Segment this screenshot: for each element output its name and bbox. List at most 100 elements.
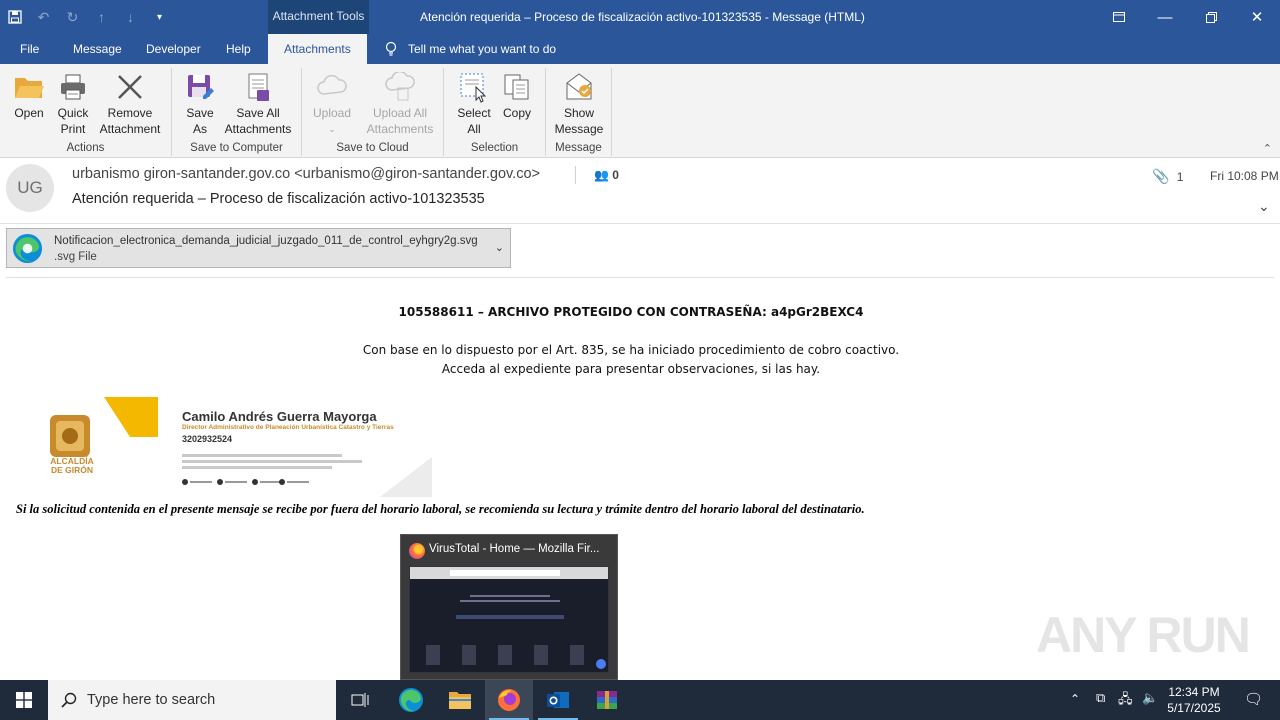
actions-group-label: Actions — [66, 142, 105, 154]
minimize-icon[interactable]: — — [1142, 0, 1188, 34]
firefox-taskbar-icon — [498, 689, 520, 711]
selection-group-label: Selection — [470, 142, 519, 154]
edge-icon — [399, 688, 423, 712]
thumbnail-screen — [409, 566, 609, 673]
title-bar: ↶ ↻ ↑ ↓ ▾ Attachment Tools Atención requ… — [0, 0, 1280, 34]
save-as-icon — [188, 75, 214, 99]
show-message-icon — [566, 73, 592, 100]
show-message-button[interactable]: Show Message — [552, 70, 606, 137]
password-line: 105588611 – ARCHIVO PROTEGIDO CON CONTRA… — [398, 305, 864, 319]
message-group-label: Message — [555, 142, 602, 154]
expand-header-icon[interactable]: ⌄ — [1258, 198, 1270, 215]
signature-name: Camilo Andrés Guerra Mayorga — [182, 409, 377, 424]
upload-all-button[interactable]: Upload All Attachments — [362, 70, 438, 137]
previous-item-icon[interactable]: ↑ — [87, 0, 116, 34]
network-icon[interactable]: 🖧 — [1118, 690, 1133, 712]
select-all-icon — [460, 73, 487, 103]
tab-file[interactable]: File — [20, 34, 39, 64]
taskbar-firefox[interactable] — [485, 680, 533, 720]
header-divider — [575, 166, 576, 184]
redo-icon[interactable]: ↻ — [58, 0, 87, 34]
tab-developer[interactable]: Developer — [146, 34, 201, 64]
window-title: Atención requerida – Proceso de fiscaliz… — [420, 10, 865, 24]
start-button[interactable] — [0, 680, 48, 720]
save-to-cloud-group-label: Save to Cloud — [336, 142, 409, 154]
network-adapter-icon[interactable]: ⧉ — [1096, 690, 1105, 706]
group-actions: Open Quick Print Remove Attachment Actio… — [0, 68, 172, 156]
show-hidden-icons[interactable]: ⌃ — [1070, 692, 1080, 706]
tab-help[interactable]: Help — [226, 34, 251, 64]
volume-icon[interactable]: 🔈 — [1142, 690, 1158, 706]
thumbnail-title: VirusTotal - Home — Mozilla Fir... — [429, 543, 600, 555]
ribbon-display-options-icon[interactable] — [1096, 0, 1142, 34]
next-item-icon[interactable]: ↓ — [116, 0, 145, 34]
sender[interactable]: urbanismo giron-santander.gov.co <urbani… — [72, 166, 540, 182]
clock-time: 12:34 PM — [1168, 685, 1220, 699]
attachment-dropdown-icon[interactable]: ⌄ — [495, 241, 504, 254]
watermark: ANY RUN — [1036, 607, 1251, 663]
people-icon: 👥 — [594, 168, 609, 182]
save-to-computer-group-label: Save to Computer — [190, 142, 283, 154]
signature-image: ALCALDÍA DE GIRÓN Camilo Andrés Guerra M… — [40, 397, 432, 497]
body-line-2: Acceda al expediente para presentar obse… — [441, 362, 821, 376]
message-header: UG urbanismo giron-santander.gov.co <urb… — [0, 158, 1280, 224]
avatar: UG — [6, 164, 54, 212]
search-icon — [61, 692, 77, 708]
group-save-to-cloud: Upload ⌄ Upload All Attachments Save to … — [302, 68, 444, 156]
upload-button[interactable]: Upload ⌄ — [310, 70, 354, 137]
copy-button[interactable]: Copy — [498, 70, 536, 121]
upload-label: Upload — [312, 106, 352, 120]
select-all-button[interactable]: Select All — [454, 70, 494, 137]
footer-note: Si la solicitud contenida en el presente… — [16, 502, 865, 516]
select-all-label: Select All — [457, 106, 491, 136]
save-as-label: Save As — [186, 106, 214, 136]
maximize-icon[interactable] — [1188, 0, 1234, 34]
attachment-count-value: 1 — [1176, 170, 1184, 184]
save-all-attachments-button[interactable]: Save All Attachments — [222, 70, 294, 137]
notifications-icon[interactable]: 🗨 — [1244, 690, 1263, 708]
windows-logo-icon — [16, 692, 32, 708]
lightbulb-icon — [385, 41, 397, 56]
people-count-value: 0 — [612, 168, 619, 182]
taskbar-edge[interactable] — [387, 680, 435, 720]
signature-role: Director Administrativo de Planeación Ur… — [182, 424, 394, 431]
copy-icon — [504, 74, 529, 100]
message-time: Fri 10:08 PM — [1210, 169, 1279, 183]
quick-print-button[interactable]: Quick Print — [52, 70, 94, 137]
quick-access-toolbar: ↶ ↻ ↑ ↓ ▾ — [0, 0, 174, 34]
task-view-button[interactable] — [336, 680, 384, 720]
save-icon[interactable] — [0, 0, 29, 34]
subject: Atención requerida – Proceso de fiscaliz… — [72, 191, 485, 207]
winrar-icon — [597, 691, 617, 709]
open-label: Open — [14, 106, 44, 120]
remove-attachment-label: Remove Attachment — [99, 106, 161, 136]
edge-browser-icon — [12, 233, 43, 264]
group-selection: Select All Copy Selection — [444, 68, 546, 156]
taskbar-file-explorer[interactable] — [436, 680, 484, 720]
open-button[interactable]: Open — [8, 70, 50, 121]
clock-date: 5/17/2025 — [1167, 701, 1221, 715]
taskbar-outlook[interactable] — [534, 680, 582, 720]
taskbar-winrar[interactable] — [583, 680, 631, 720]
copy-label: Copy — [502, 106, 531, 120]
tell-me-box[interactable]: Tell me what you want to do — [384, 34, 556, 64]
attachment-item[interactable]: Notificacion_electronica_demanda_judicia… — [6, 228, 511, 268]
body-line-1: Con base en lo dispuesto por el Art. 835… — [362, 343, 900, 357]
undo-icon[interactable]: ↶ — [29, 0, 58, 34]
tab-attachments[interactable]: Attachments — [268, 34, 367, 64]
people-count[interactable]: 👥 0 — [594, 168, 619, 182]
save-as-button[interactable]: Save As — [182, 70, 218, 137]
logo-text: ALCALDÍA DE GIRÓN — [50, 456, 94, 475]
close-icon[interactable]: ✕ — [1234, 0, 1280, 34]
collapse-ribbon-icon[interactable]: ⌃ — [1263, 142, 1272, 155]
taskbar-clock[interactable]: 12:34 PM 5/17/2025 — [1162, 684, 1226, 716]
firefox-thumbnail-preview[interactable]: VirusTotal - Home — Mozilla Fir... — [400, 534, 618, 680]
cloud-upload-icon — [317, 74, 347, 95]
tab-message[interactable]: Message — [73, 34, 122, 64]
attachment-type: .svg File — [54, 251, 97, 263]
customize-qat-icon[interactable]: ▾ — [145, 0, 174, 34]
remove-attachment-button[interactable]: Remove Attachment — [96, 70, 164, 137]
taskbar-search[interactable]: Type here to search — [48, 680, 336, 720]
save-all-icon — [248, 73, 269, 101]
folder-open-icon — [15, 78, 44, 98]
